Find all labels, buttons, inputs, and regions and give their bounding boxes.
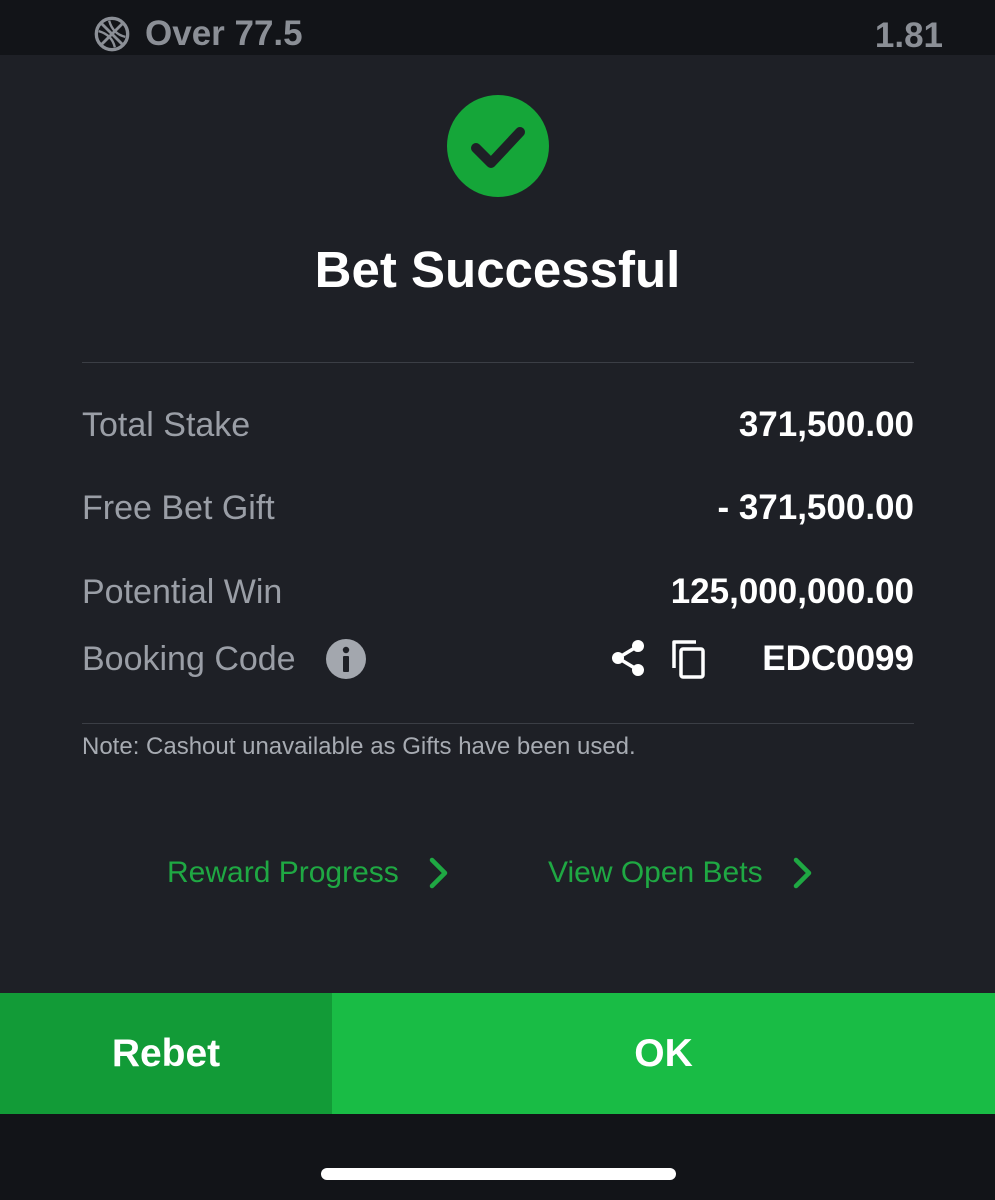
- total-stake-value: 371,500.00: [738, 405, 914, 444]
- home-indicator[interactable]: [321, 1168, 676, 1180]
- potential-win-row: Potential Win 125,000,000.00: [82, 569, 914, 615]
- potential-win-label: Potential Win: [82, 573, 283, 611]
- view-open-bets-label: View Open Bets: [548, 856, 763, 889]
- booking-code-value[interactable]: EDC0099: [762, 636, 914, 682]
- ok-button[interactable]: OK: [332, 993, 995, 1114]
- free-bet-gift-row: Free Bet Gift - 371,500.00: [82, 485, 914, 531]
- potential-win-value: 125,000,000.00: [670, 572, 914, 611]
- modal-title: Bet Successful: [314, 241, 681, 298]
- chevron-right-icon: [793, 857, 811, 889]
- booking-code-row: Booking Code EDC0099: [82, 636, 914, 682]
- rebet-button[interactable]: Rebet: [0, 993, 332, 1114]
- background-bet-row: Over 77.5 1.81: [0, 0, 995, 55]
- divider: [82, 723, 914, 724]
- divider: [82, 362, 914, 363]
- bottom-safe-area: [0, 1114, 995, 1200]
- bet-success-modal: Bet Successful Total Stake 371,500.00 Fr…: [0, 55, 995, 993]
- chevron-right-icon: [429, 857, 448, 889]
- reward-progress-label: Reward Progress: [167, 856, 399, 889]
- reward-progress-link[interactable]: Reward Progress: [167, 851, 451, 895]
- info-icon[interactable]: [326, 639, 366, 679]
- view-open-bets-link[interactable]: View Open Bets: [548, 851, 815, 895]
- cashout-note: Note: Cashout unavailable as Gifts have …: [82, 733, 636, 760]
- total-stake-row: Total Stake 371,500.00: [82, 402, 914, 448]
- copy-icon[interactable]: [668, 638, 708, 680]
- odds-value: 1.81: [874, 16, 943, 55]
- booking-code-label: Booking Code: [82, 640, 296, 678]
- share-icon[interactable]: [608, 638, 648, 678]
- market-label: Over 77.5: [145, 14, 303, 53]
- total-stake-label: Total Stake: [82, 406, 251, 444]
- free-bet-gift-value: - 371,500.00: [717, 488, 914, 527]
- bet-slip-screen: Over 77.5 1.81 Bet Successful Total Stak…: [0, 0, 995, 1200]
- free-bet-gift-label: Free Bet Gift: [82, 489, 275, 527]
- basketball-icon: [94, 16, 130, 52]
- check-circle-icon: [447, 95, 549, 197]
